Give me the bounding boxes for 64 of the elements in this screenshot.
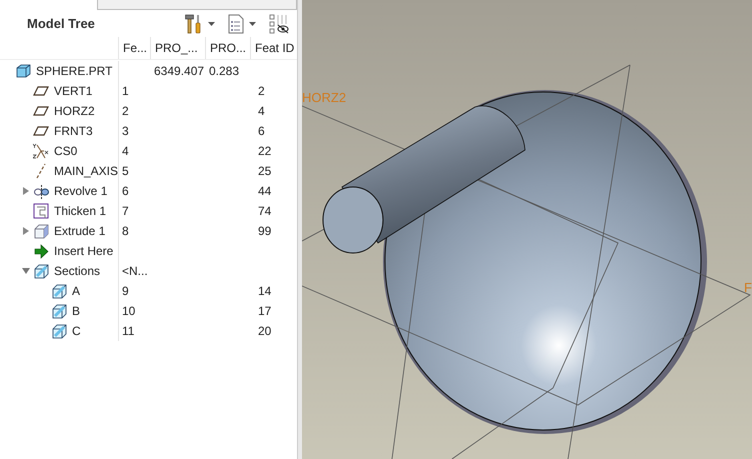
- tree-item-label[interactable]: B: [72, 304, 80, 318]
- column-header[interactable]: PRO_...: [151, 37, 206, 59]
- tree-item-label[interactable]: C: [72, 324, 81, 338]
- tree-item-label[interactable]: MAIN_AXIS: [54, 164, 118, 178]
- table-cell-text: 17: [257, 303, 272, 320]
- tree-item-label[interactable]: Insert Here: [54, 244, 114, 258]
- thicken-icon: [33, 203, 49, 219]
- table-cell-text: 22: [257, 143, 272, 160]
- table-cell-text: 3: [121, 123, 130, 140]
- coordinate-system-icon: [33, 143, 49, 159]
- hammer-screwdriver-icon[interactable]: [185, 14, 203, 34]
- table-cell-text: 2: [121, 103, 130, 120]
- table-cell-text: 6: [257, 123, 266, 140]
- caret-icon[interactable]: [208, 22, 215, 26]
- list-icon[interactable]: [228, 14, 244, 34]
- table-cell-text: 8: [121, 223, 130, 240]
- tree-item-label[interactable]: Thicken 1: [54, 204, 106, 218]
- table-cell-text: 2: [257, 83, 266, 100]
- section-cube-icon: [51, 303, 67, 319]
- table-cell-text: 10: [121, 303, 136, 320]
- revolve-icon: [33, 183, 49, 199]
- arrow-icon: [33, 243, 49, 259]
- table-cell-text: 1: [121, 83, 130, 100]
- tree-item-label[interactable]: Revolve 1: [54, 184, 108, 198]
- table-cell-text: 6: [121, 183, 130, 200]
- tree-item-label[interactable]: SPHERE.PRT: [36, 64, 112, 78]
- collapsed-arrow-icon[interactable]: [22, 187, 30, 195]
- datum-label: F: [744, 280, 752, 295]
- table-cell-text: 44: [257, 183, 272, 200]
- expanded-arrow-icon[interactable]: [22, 267, 30, 275]
- table-cell-text: 0.283: [208, 63, 240, 80]
- table-cell-text: 4: [257, 103, 266, 120]
- extrude-icon: [33, 223, 49, 239]
- column-header[interactable]: Fe...: [119, 37, 151, 59]
- table-cell-text: 4: [121, 143, 130, 160]
- table-cell-text: 7: [121, 203, 130, 220]
- tree-item-label[interactable]: HORZ2: [54, 104, 95, 118]
- tree-eye-icon[interactable]: [269, 14, 289, 34]
- table-cell-text: 14: [257, 283, 272, 300]
- table-cell-text: 20: [257, 323, 272, 340]
- datum-label: HORZ2: [302, 90, 346, 105]
- panel-title: Model Tree: [27, 16, 95, 31]
- table-cell-text: 11: [121, 323, 136, 340]
- tree-item-label[interactable]: A: [72, 284, 80, 298]
- section-cube-icon: [51, 283, 67, 299]
- table-cell-text: 25: [257, 163, 272, 180]
- column-header[interactable]: Feat ID: [251, 37, 297, 59]
- table-cell-text: 6349.407: [153, 63, 206, 80]
- table-cell-text: 99: [257, 223, 272, 240]
- caret-icon[interactable]: [249, 22, 256, 26]
- tree-item-label[interactable]: FRNT3: [54, 124, 93, 138]
- tree-item-label[interactable]: CS0: [54, 144, 78, 158]
- table-cell-text: 9: [121, 283, 130, 300]
- table-cell-text: <N...: [121, 263, 149, 280]
- collapsed-arrow-icon[interactable]: [22, 227, 30, 235]
- section-cube-icon: [33, 263, 49, 279]
- table-cell-text: 5: [121, 163, 130, 180]
- column-header[interactable]: PRO...: [206, 37, 251, 59]
- part-cube-icon: [15, 63, 31, 79]
- table-cell-text: 74: [257, 203, 272, 220]
- tree-item-label[interactable]: Sections: [54, 264, 100, 278]
- tree-item-label[interactable]: Extrude 1: [54, 224, 106, 238]
- section-cube-icon: [51, 323, 67, 339]
- tree-item-label[interactable]: VERT1: [54, 84, 92, 98]
